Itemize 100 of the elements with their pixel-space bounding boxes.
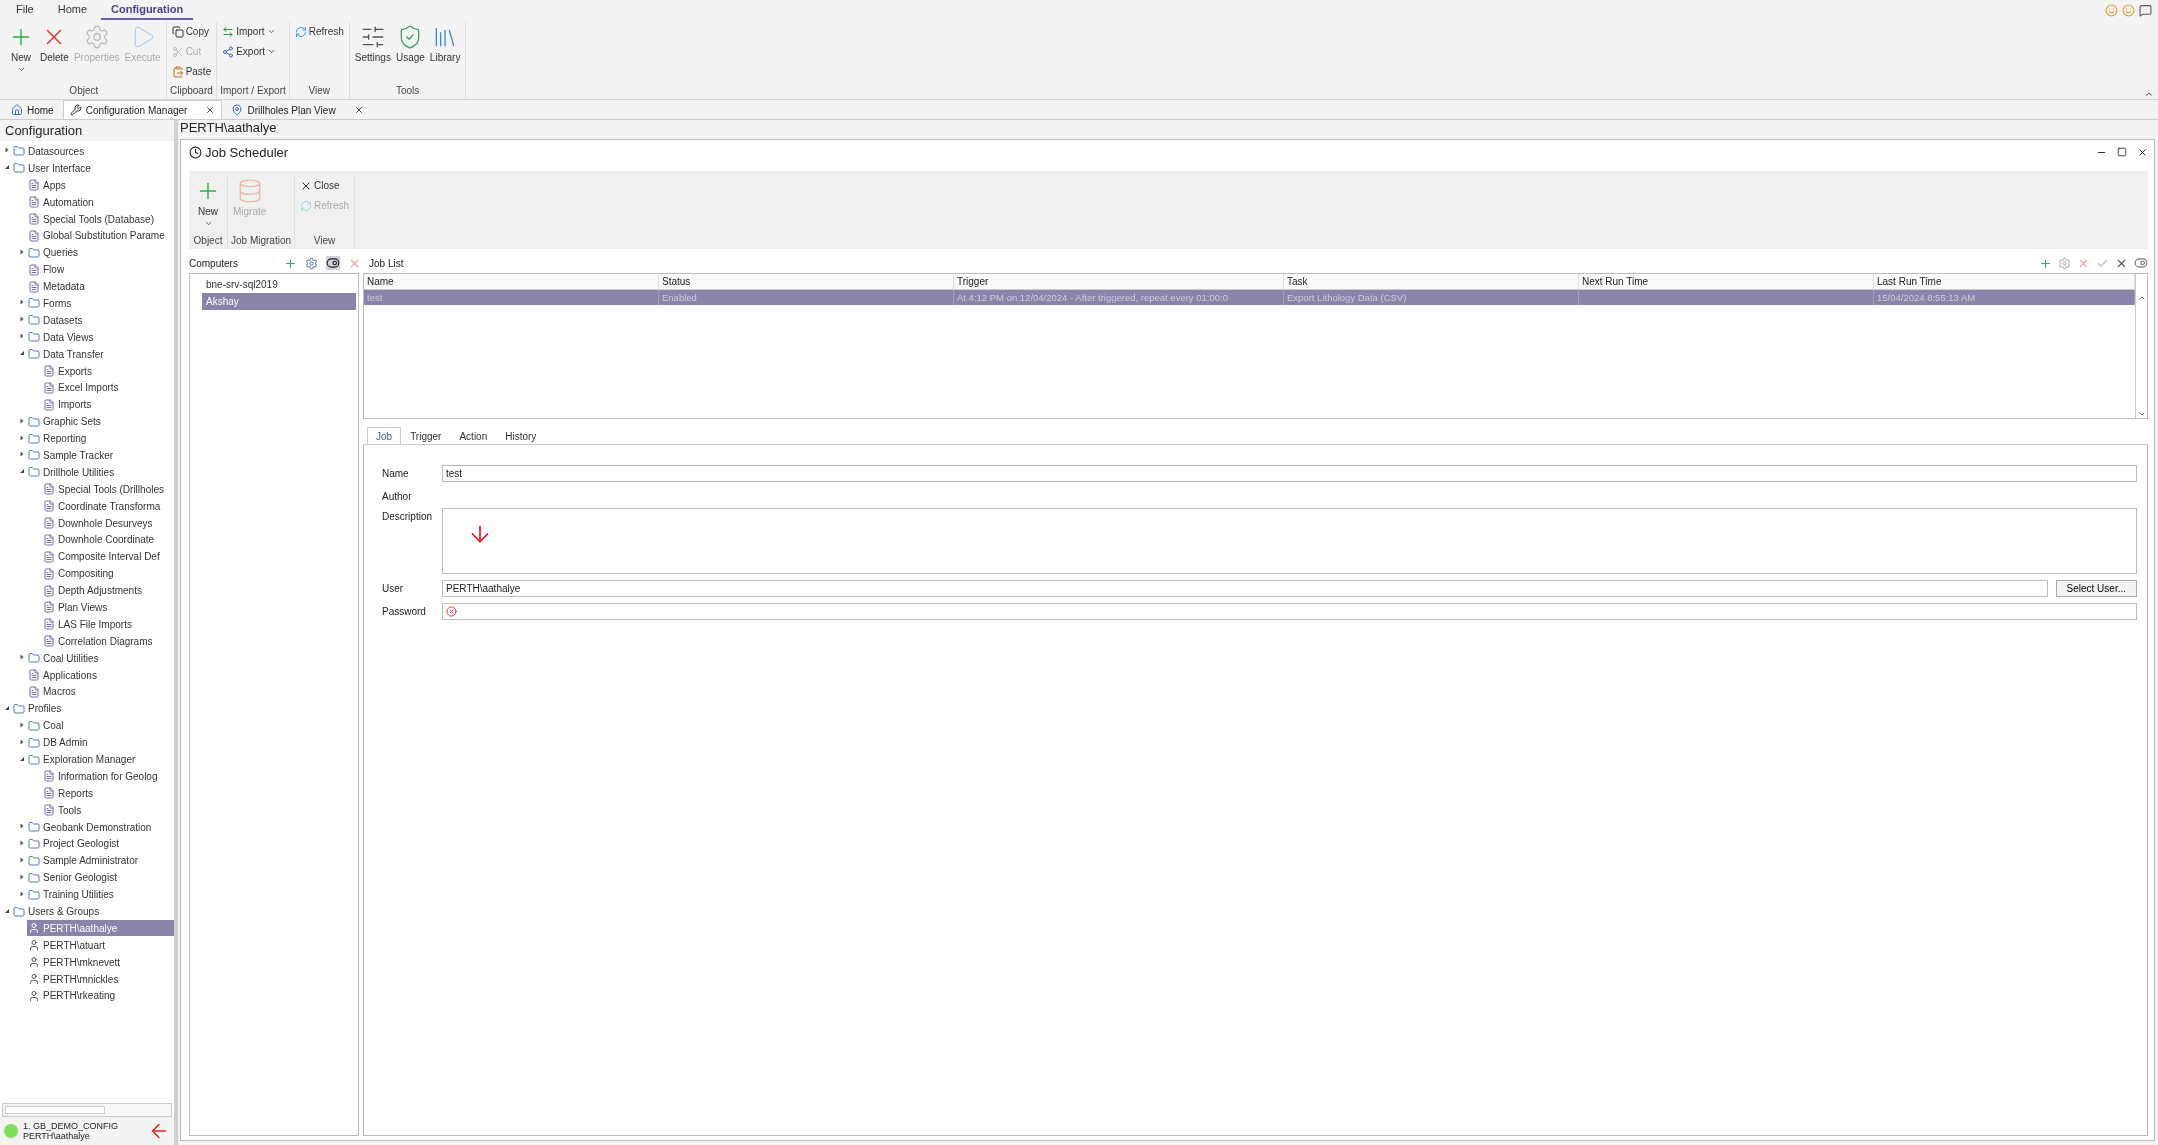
- tree-item[interactable]: Coal Utilities: [27, 650, 174, 667]
- menu-tab[interactable]: File: [6, 0, 44, 20]
- document-tab[interactable]: Configuration Manager: [62, 100, 223, 119]
- name-field[interactable]: test: [442, 465, 2137, 482]
- tree-item[interactable]: PERTH\atuart: [27, 937, 174, 954]
- tree-item[interactable]: Datasources: [12, 143, 174, 160]
- tree-item[interactable]: Reporting: [27, 430, 174, 447]
- document-tab[interactable]: Drillholes Plan View: [224, 100, 371, 119]
- tree-item[interactable]: Data Transfer: [27, 346, 174, 363]
- tree-item[interactable]: PERTH\mknevett: [27, 954, 174, 971]
- tree-item[interactable]: Global Substitution Parame: [27, 227, 174, 244]
- description-field[interactable]: [442, 508, 2137, 574]
- ribbon-button[interactable]: Close: [298, 176, 352, 195]
- tree-item[interactable]: Reports: [42, 785, 174, 802]
- ribbon-button[interactable]: Library: [427, 22, 463, 85]
- tree-item[interactable]: Plan Views: [42, 599, 174, 616]
- tree-item[interactable]: Special Tools (Database): [27, 211, 174, 227]
- detail-tab[interactable]: History: [496, 427, 546, 444]
- scroll-down-icon[interactable]: [2137, 410, 2146, 418]
- tree-item[interactable]: Special Tools (Drillholes: [42, 481, 174, 498]
- tree-item[interactable]: Profiles: [12, 700, 174, 717]
- tree-item[interactable]: Project Geologist: [27, 835, 174, 852]
- tree-item[interactable]: DB Admin: [27, 734, 174, 751]
- user-field[interactable]: PERTH\aathalye: [442, 580, 2048, 597]
- tree-item[interactable]: Sample Tracker: [27, 447, 174, 464]
- tree-item[interactable]: User Interface: [12, 160, 174, 177]
- vertical-scrollbar[interactable]: [2135, 274, 2147, 418]
- ribbon-button[interactable]: Copy: [169, 22, 214, 41]
- tree-item[interactable]: Drillhole Utilities: [27, 464, 174, 481]
- comment-icon[interactable]: [2139, 3, 2152, 17]
- tree-item[interactable]: LAS File Imports: [42, 616, 174, 633]
- tree-item[interactable]: Flow: [27, 261, 174, 278]
- tree-item[interactable]: Coal: [27, 717, 174, 734]
- tree-item[interactable]: Sample Administrator: [27, 852, 174, 869]
- tree-item[interactable]: PERTH\rkeating: [27, 987, 174, 1004]
- column-header[interactable]: Trigger: [954, 274, 1284, 290]
- collapse-icon[interactable]: [2144, 89, 2154, 99]
- ribbon-button[interactable]: Export: [220, 42, 279, 61]
- ribbon-button[interactable]: Paste: [169, 62, 214, 81]
- ribbon-button[interactable]: New: [192, 176, 224, 235]
- scroll-up-icon[interactable]: [2137, 294, 2146, 302]
- ribbon-button[interactable]: Usage: [393, 22, 427, 85]
- ribbon-button[interactable]: Refresh: [292, 22, 346, 41]
- tree-item[interactable]: Apps: [27, 177, 174, 194]
- tree-item[interactable]: Correlation Diagrams: [42, 633, 174, 650]
- tree-item[interactable]: Geobank Demonstration: [27, 819, 174, 836]
- horizontal-scrollbar[interactable]: [2, 1103, 172, 1117]
- select-user-button[interactable]: Select User...: [2055, 580, 2137, 597]
- toggle-icon[interactable]: [2134, 256, 2148, 270]
- computer-item[interactable]: Akshay: [202, 293, 356, 310]
- tree-item[interactable]: Users & Groups: [12, 903, 174, 920]
- menu-tab[interactable]: Home: [47, 0, 98, 20]
- toggle-icon[interactable]: [325, 256, 340, 270]
- tree-item[interactable]: Automation: [27, 194, 174, 211]
- tree-item[interactable]: Information for Geolog: [42, 768, 174, 785]
- ribbon-button[interactable]: Settings: [352, 22, 393, 85]
- tree-item[interactable]: Datasets: [27, 312, 174, 329]
- ribbon-button[interactable]: Import: [220, 22, 279, 41]
- tree-item[interactable]: PERTH\mnickles: [27, 971, 174, 988]
- tree-item[interactable]: Queries: [27, 244, 174, 261]
- tree-item[interactable]: Downhole Desurveys: [42, 515, 174, 532]
- tree-item[interactable]: Coordinate Transforma: [42, 498, 174, 515]
- tree-item[interactable]: Downhole Coordinate: [42, 531, 174, 548]
- tree-item[interactable]: Data Views: [27, 329, 174, 346]
- column-header[interactable]: Name: [364, 274, 659, 290]
- ribbon-button[interactable]: New: [5, 22, 37, 85]
- tree-item[interactable]: PERTH\aathalye: [27, 920, 174, 937]
- tree-item[interactable]: Graphic Sets: [27, 413, 174, 430]
- column-header[interactable]: Last Run Time: [1874, 274, 2135, 290]
- close-icon[interactable]: [2137, 146, 2148, 158]
- tree-item[interactable]: Imports: [42, 396, 174, 413]
- detail-tab[interactable]: Job: [367, 427, 402, 444]
- tree-item[interactable]: Excel Imports: [42, 379, 174, 396]
- column-header[interactable]: Next Run Time: [1579, 274, 1874, 290]
- tree-item[interactable]: Compositing: [42, 565, 174, 582]
- tree-item[interactable]: Macros: [27, 683, 174, 700]
- close-icon[interactable]: [205, 105, 216, 115]
- close-icon[interactable]: [353, 105, 364, 115]
- gear-icon[interactable]: [304, 256, 318, 270]
- tree-item[interactable]: Exports: [42, 363, 174, 379]
- tree-item[interactable]: Forms: [27, 295, 174, 312]
- detail-tab[interactable]: Action: [450, 427, 497, 444]
- tree-item[interactable]: Depth Adjustments: [42, 582, 174, 599]
- column-header[interactable]: Task: [1284, 274, 1579, 290]
- tree-item[interactable]: Composite Interval Def: [42, 548, 174, 565]
- tree-item[interactable]: Applications: [27, 667, 174, 684]
- maximize-icon[interactable]: [2117, 146, 2127, 157]
- column-header[interactable]: Status: [659, 274, 954, 290]
- plus-icon[interactable]: [283, 256, 297, 270]
- tree-item[interactable]: Training Utilities: [27, 886, 174, 903]
- tree-item[interactable]: Exploration Manager: [27, 751, 174, 768]
- plus-icon[interactable]: [2039, 256, 2052, 270]
- tree-item[interactable]: Tools: [42, 802, 174, 819]
- detail-tab[interactable]: Trigger: [401, 427, 451, 444]
- menu-tab[interactable]: Configuration: [101, 0, 194, 20]
- tree-item[interactable]: Metadata: [27, 278, 174, 295]
- document-tab[interactable]: Home: [4, 100, 61, 119]
- computer-item[interactable]: bne-srv-sql2019: [202, 276, 356, 293]
- password-field[interactable]: [442, 603, 2137, 620]
- tree-item[interactable]: Senior Geologist: [27, 869, 174, 886]
